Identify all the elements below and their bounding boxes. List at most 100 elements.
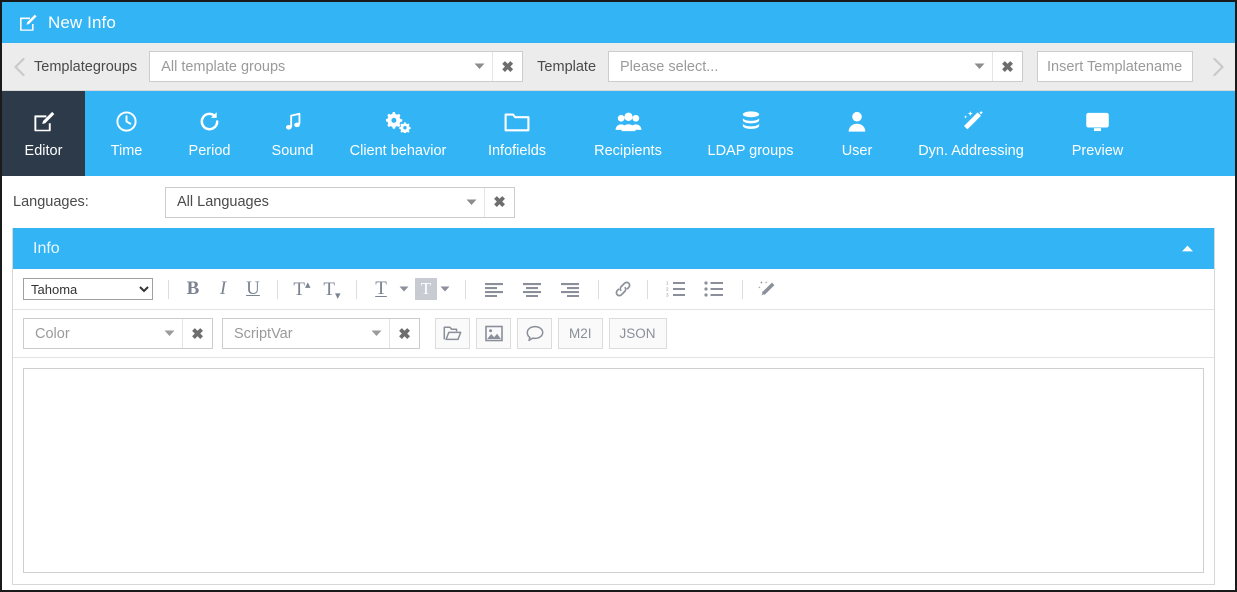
font-family-select[interactable]: Tahoma — [23, 278, 153, 300]
image-icon[interactable] — [476, 318, 511, 349]
languages-select[interactable]: All Languages ✖ — [165, 186, 515, 218]
open-folder-icon[interactable] — [435, 318, 470, 349]
subscript-button[interactable]: T▾ — [317, 275, 347, 303]
color-select[interactable]: Color ✖ — [23, 318, 213, 349]
numbered-list-icon[interactable]: 123 — [657, 275, 695, 303]
m2i-button[interactable]: M2I — [558, 318, 603, 349]
speech-bubble-icon[interactable] — [517, 318, 552, 349]
toolbar-divider — [277, 279, 278, 299]
templategroups-value: All template groups — [161, 58, 286, 75]
nav-label: Editor — [24, 142, 63, 159]
chevron-left-icon[interactable] — [6, 44, 32, 90]
nav-label: Dyn. Addressing — [918, 142, 1024, 159]
template-label: Template — [537, 58, 597, 75]
toolbar-divider — [168, 279, 169, 299]
caret-down-icon[interactable] — [156, 319, 182, 348]
toolbar-divider — [742, 279, 743, 299]
nav-item-period[interactable]: Period — [168, 91, 251, 176]
scriptvar-value: ScriptVar — [234, 325, 293, 342]
nav-label: Client behavior — [349, 142, 447, 159]
template-clear-button[interactable]: ✖ — [992, 52, 1022, 81]
languages-value: All Languages — [177, 194, 269, 210]
editor-content-area[interactable] — [23, 368, 1204, 573]
folder-icon — [504, 109, 530, 135]
superscript-marker: ▴ — [305, 278, 311, 291]
nav-item-infofields[interactable]: Infofields — [462, 91, 572, 176]
info-panel-body: Tahoma B I U T▴ T▾ T T 1 2 3 Color ✖ Scr… — [13, 269, 1214, 573]
languages-label: Languages: — [13, 194, 89, 210]
toolbar-divider — [598, 279, 599, 299]
template-select[interactable]: Please select... ✖ — [608, 51, 1024, 82]
text-color-button[interactable]: T — [366, 275, 396, 303]
magic-wand-icon — [959, 109, 984, 135]
nav-item-time[interactable]: Time — [85, 91, 168, 176]
window-title: New Info — [48, 12, 116, 32]
caret-down-icon[interactable] — [396, 275, 412, 303]
superscript-button[interactable]: T▴ — [287, 275, 317, 303]
languages-clear-button[interactable]: ✖ — [484, 187, 514, 217]
magic-wand-icon[interactable] — [752, 275, 782, 303]
edit-square-icon — [32, 109, 56, 135]
nav-item-ldap-groups[interactable]: LDAP groups — [684, 91, 817, 176]
window-titlebar: New Info — [2, 2, 1235, 43]
nav-item-user[interactable]: User — [817, 91, 897, 176]
music-note-icon — [282, 109, 304, 135]
svg-text:1: 1 — [666, 281, 669, 286]
link-chain-icon[interactable] — [608, 275, 638, 303]
nav-label: Sound — [271, 142, 314, 159]
toolbar-divider — [356, 279, 357, 299]
caret-down-icon[interactable] — [437, 275, 453, 303]
underline-button[interactable]: U — [238, 275, 268, 303]
clock-icon — [115, 109, 138, 135]
nav-item-dyn-addressing[interactable]: Dyn. Addressing — [897, 91, 1045, 176]
nav-item-sound[interactable]: Sound — [251, 91, 334, 176]
info-panel: Info Tahoma B I U T▴ T▾ T T 1 2 3 Color … — [12, 228, 1215, 585]
color-value: Color — [35, 325, 70, 342]
database-icon — [739, 109, 763, 135]
nav-label: Recipients — [594, 142, 662, 159]
page-body: Languages: All Languages ✖ Info Tahoma B… — [2, 176, 1235, 590]
templategroups-select[interactable]: All template groups ✖ — [149, 51, 524, 82]
nav-item-editor[interactable]: Editor — [2, 91, 85, 176]
nav-label: LDAP groups — [707, 142, 794, 159]
nav-item-recipients[interactable]: Recipients — [572, 91, 684, 176]
caret-down-icon[interactable] — [363, 319, 389, 348]
chevron-right-icon[interactable] — [1205, 44, 1231, 90]
scriptvar-clear-button[interactable]: ✖ — [389, 319, 419, 348]
chevron-up-icon[interactable] — [1176, 238, 1198, 260]
templategroups-label: Templategroups — [34, 58, 138, 75]
align-right-icon[interactable] — [551, 275, 589, 303]
highlight-color-button[interactable]: T — [415, 278, 437, 300]
nav-item-preview[interactable]: Preview — [1045, 91, 1150, 176]
nav-label: Infofields — [487, 142, 547, 159]
template-value: Please select... — [620, 58, 719, 75]
app-window: New Info Templategroups All template gro… — [0, 0, 1237, 592]
svg-text:3: 3 — [666, 293, 669, 297]
svg-text:2: 2 — [666, 287, 669, 292]
info-panel-header[interactable]: Info — [13, 228, 1214, 269]
json-button[interactable]: JSON — [608, 318, 667, 349]
main-navigation: Editor Time Period Sound Client behavior… — [2, 91, 1235, 176]
subscript-label: T — [323, 278, 336, 300]
caret-down-icon[interactable] — [458, 188, 484, 217]
info-panel-title: Info — [33, 239, 60, 257]
caret-down-icon[interactable] — [466, 52, 492, 81]
users-icon — [615, 109, 642, 135]
templategroups-clear-button[interactable]: ✖ — [492, 52, 522, 81]
color-clear-button[interactable]: ✖ — [182, 319, 212, 348]
superscript-label: T — [293, 278, 306, 300]
user-icon — [847, 109, 867, 135]
nav-item-client-behavior[interactable]: Client behavior — [334, 91, 462, 176]
subscript-marker: ▾ — [335, 289, 341, 302]
templatename-input[interactable] — [1037, 51, 1194, 82]
align-center-icon[interactable] — [513, 275, 551, 303]
caret-down-icon[interactable] — [966, 52, 992, 81]
italic-button[interactable]: I — [208, 275, 238, 303]
monitor-icon — [1085, 109, 1110, 135]
editor-toolbar-row-1: Tahoma B I U T▴ T▾ T T 1 2 3 — [13, 269, 1214, 310]
bold-button[interactable]: B — [178, 275, 208, 303]
scriptvar-select[interactable]: ScriptVar ✖ — [222, 318, 420, 349]
align-left-icon[interactable] — [475, 275, 513, 303]
bullet-list-icon[interactable] — [695, 275, 733, 303]
toolbar-divider — [647, 279, 648, 299]
